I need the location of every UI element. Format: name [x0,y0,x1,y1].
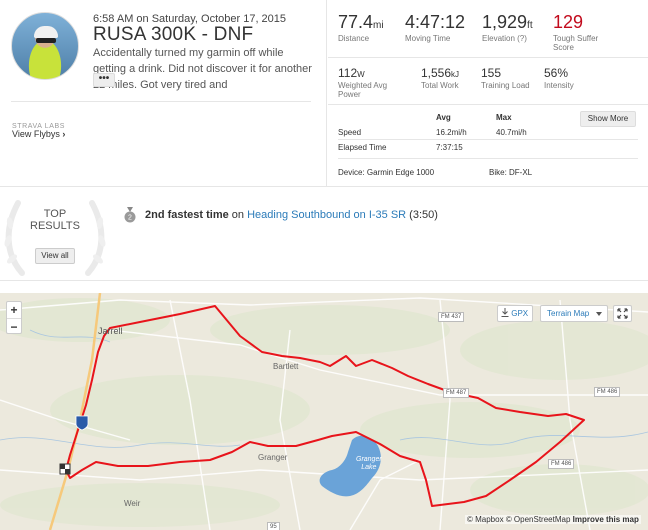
stat-distance-unit: mi [373,20,384,31]
zoom-control: + − [6,301,22,334]
stat-intensity: 56% Intensity [544,66,574,90]
map-type-label: Terrain Map [547,309,590,318]
more-description-button[interactable]: ••• [93,73,115,87]
elapsed-time-label: Elapsed Time [338,143,387,152]
top-results-heading: TOP RESULTS [0,208,110,232]
lake-label-line-2: Lake [361,464,377,471]
activity-description: Accidentally turned my garmin off while … [93,47,312,91]
top-results-line-2: RESULTS [30,220,80,232]
town-granger: Granger [258,453,288,462]
zoom-out-button[interactable]: − [7,319,21,335]
stat-moving-time-label: Moving Time [405,34,451,43]
medal-number: 2 [128,215,132,222]
download-icon [501,308,509,317]
activity-title: RUSA 300K - DNF [93,24,254,45]
export-gpx-button[interactable]: GPX [497,305,533,322]
sunglasses-shape [36,38,56,43]
stat-distance-label: Distance [338,34,370,43]
stat-elevation: 1,929ft Elevation (?) [482,12,533,43]
town-jarrell: Jarrell [98,326,123,336]
stat-distance-value: 77.4 [338,12,374,32]
town-weir: Weir [124,499,141,508]
stat-training-load-label[interactable]: Training Load [481,81,530,90]
achievement-row: 2nd fastest time on Heading Southbound o… [145,209,438,221]
stat-total-work-label: Total Work [421,81,459,90]
show-more-button[interactable]: Show More [580,111,636,127]
divider [338,158,638,159]
stat-elevation-value: 1,929 [482,12,528,32]
achievement-on: on [228,209,248,221]
helmet-shape [34,26,58,38]
bike-info[interactable]: Bike: DF-XL [489,168,532,177]
view-flybys-label: View Flybys [12,129,60,139]
lake-label-line-1: Granger [356,456,382,463]
zoom-in-button[interactable]: + [7,302,21,318]
expand-icon [617,308,628,319]
stat-total-work-unit: kJ [451,70,460,79]
gpx-label: GPX [511,309,529,318]
fullscreen-button[interactable] [613,305,632,322]
mapbox-attribution-link[interactable]: © Mapbox [467,515,504,524]
stat-weighted-power-label: Weighted Avg Power [338,81,388,99]
map-attribution: © Mapbox © OpenStreetMap Improve this ma… [465,515,641,524]
road-label-95: 95 [267,522,280,530]
interstate-shield-icon [75,415,89,431]
details-col-avg: Avg [436,113,451,122]
stat-distance: 77.4mi Distance [338,12,384,43]
achievement-rank: 2nd fastest time [145,209,229,221]
elevation-help-link[interactable]: Elevation (?) [482,34,533,43]
route-map[interactable]: Jarrell Bartlett Granger Weir Granger La… [0,293,648,530]
road-label-fm486-north: FM 486 [594,387,621,397]
granger-lake-label: Granger Lake [356,456,382,472]
divider [11,101,311,102]
stat-suffer-score-label[interactable]: Tough Suffer Score [553,34,605,52]
device-info: Device: Garmin Edge 1000 [338,168,435,177]
stat-suffer-score-value: 129 [553,12,584,32]
divider [0,186,648,187]
activity-header: 6:58 AM on Saturday, October 17, 2015 RU… [0,0,326,186]
chevron-right-icon: › [62,129,66,139]
divider [0,280,648,281]
details-col-max: Max [496,113,512,122]
improve-map-link[interactable]: Improve this map [573,515,639,524]
road-label-fm486-south: FM 486 [548,459,575,469]
elapsed-time-value: 7:37:15 [436,143,463,152]
stat-weighted-power-value: 112 [338,66,358,80]
speed-avg: 16.2mi/h [436,128,467,137]
stat-training-load: 155 Training Load [481,66,530,90]
segment-time: (3:50) [406,209,438,221]
stat-training-load-value: 155 [481,66,502,80]
stat-moving-time-value: 4:47:12 [405,12,466,32]
divider [338,139,638,140]
divider [328,104,648,105]
top-results-line-1: TOP [43,208,67,220]
view-flybys-link[interactable]: View Flybys › [12,129,65,139]
stat-weighted-power: 112W Weighted Avg Power [338,66,400,99]
speed-max: 40.7mi/h [496,128,527,137]
stat-intensity-value: 56% [544,66,569,80]
stat-weighted-power-unit: W [357,70,365,79]
start-finish-marker [59,463,71,475]
road-label-fm437: FM 437 [438,312,465,322]
divider [328,57,648,58]
osm-attribution-link[interactable]: © OpenStreetMap [506,515,571,524]
map-type-dropdown[interactable]: Terrain Map [540,305,608,322]
stat-total-work-value: 1,556 [421,66,452,80]
stat-elevation-unit: ft [527,20,533,31]
stat-moving-time: 4:47:12 Moving Time [405,12,465,43]
speed-label: Speed [338,128,362,137]
road-label-fm487: FM 487 [443,388,470,398]
stat-intensity-label[interactable]: Intensity [544,81,574,90]
stat-total-work: 1,556kJ Total Work [421,66,459,90]
stat-suffer-score: 129 Tough Suffer Score [553,12,605,52]
view-all-button[interactable]: View all [35,248,75,264]
athlete-avatar[interactable] [11,12,79,80]
town-bartlett: Bartlett [273,362,299,371]
silver-medal-icon: 2 [124,207,136,223]
caret-down-icon [596,312,602,316]
segment-link[interactable]: Heading Southbound on I-35 SR [247,209,406,221]
